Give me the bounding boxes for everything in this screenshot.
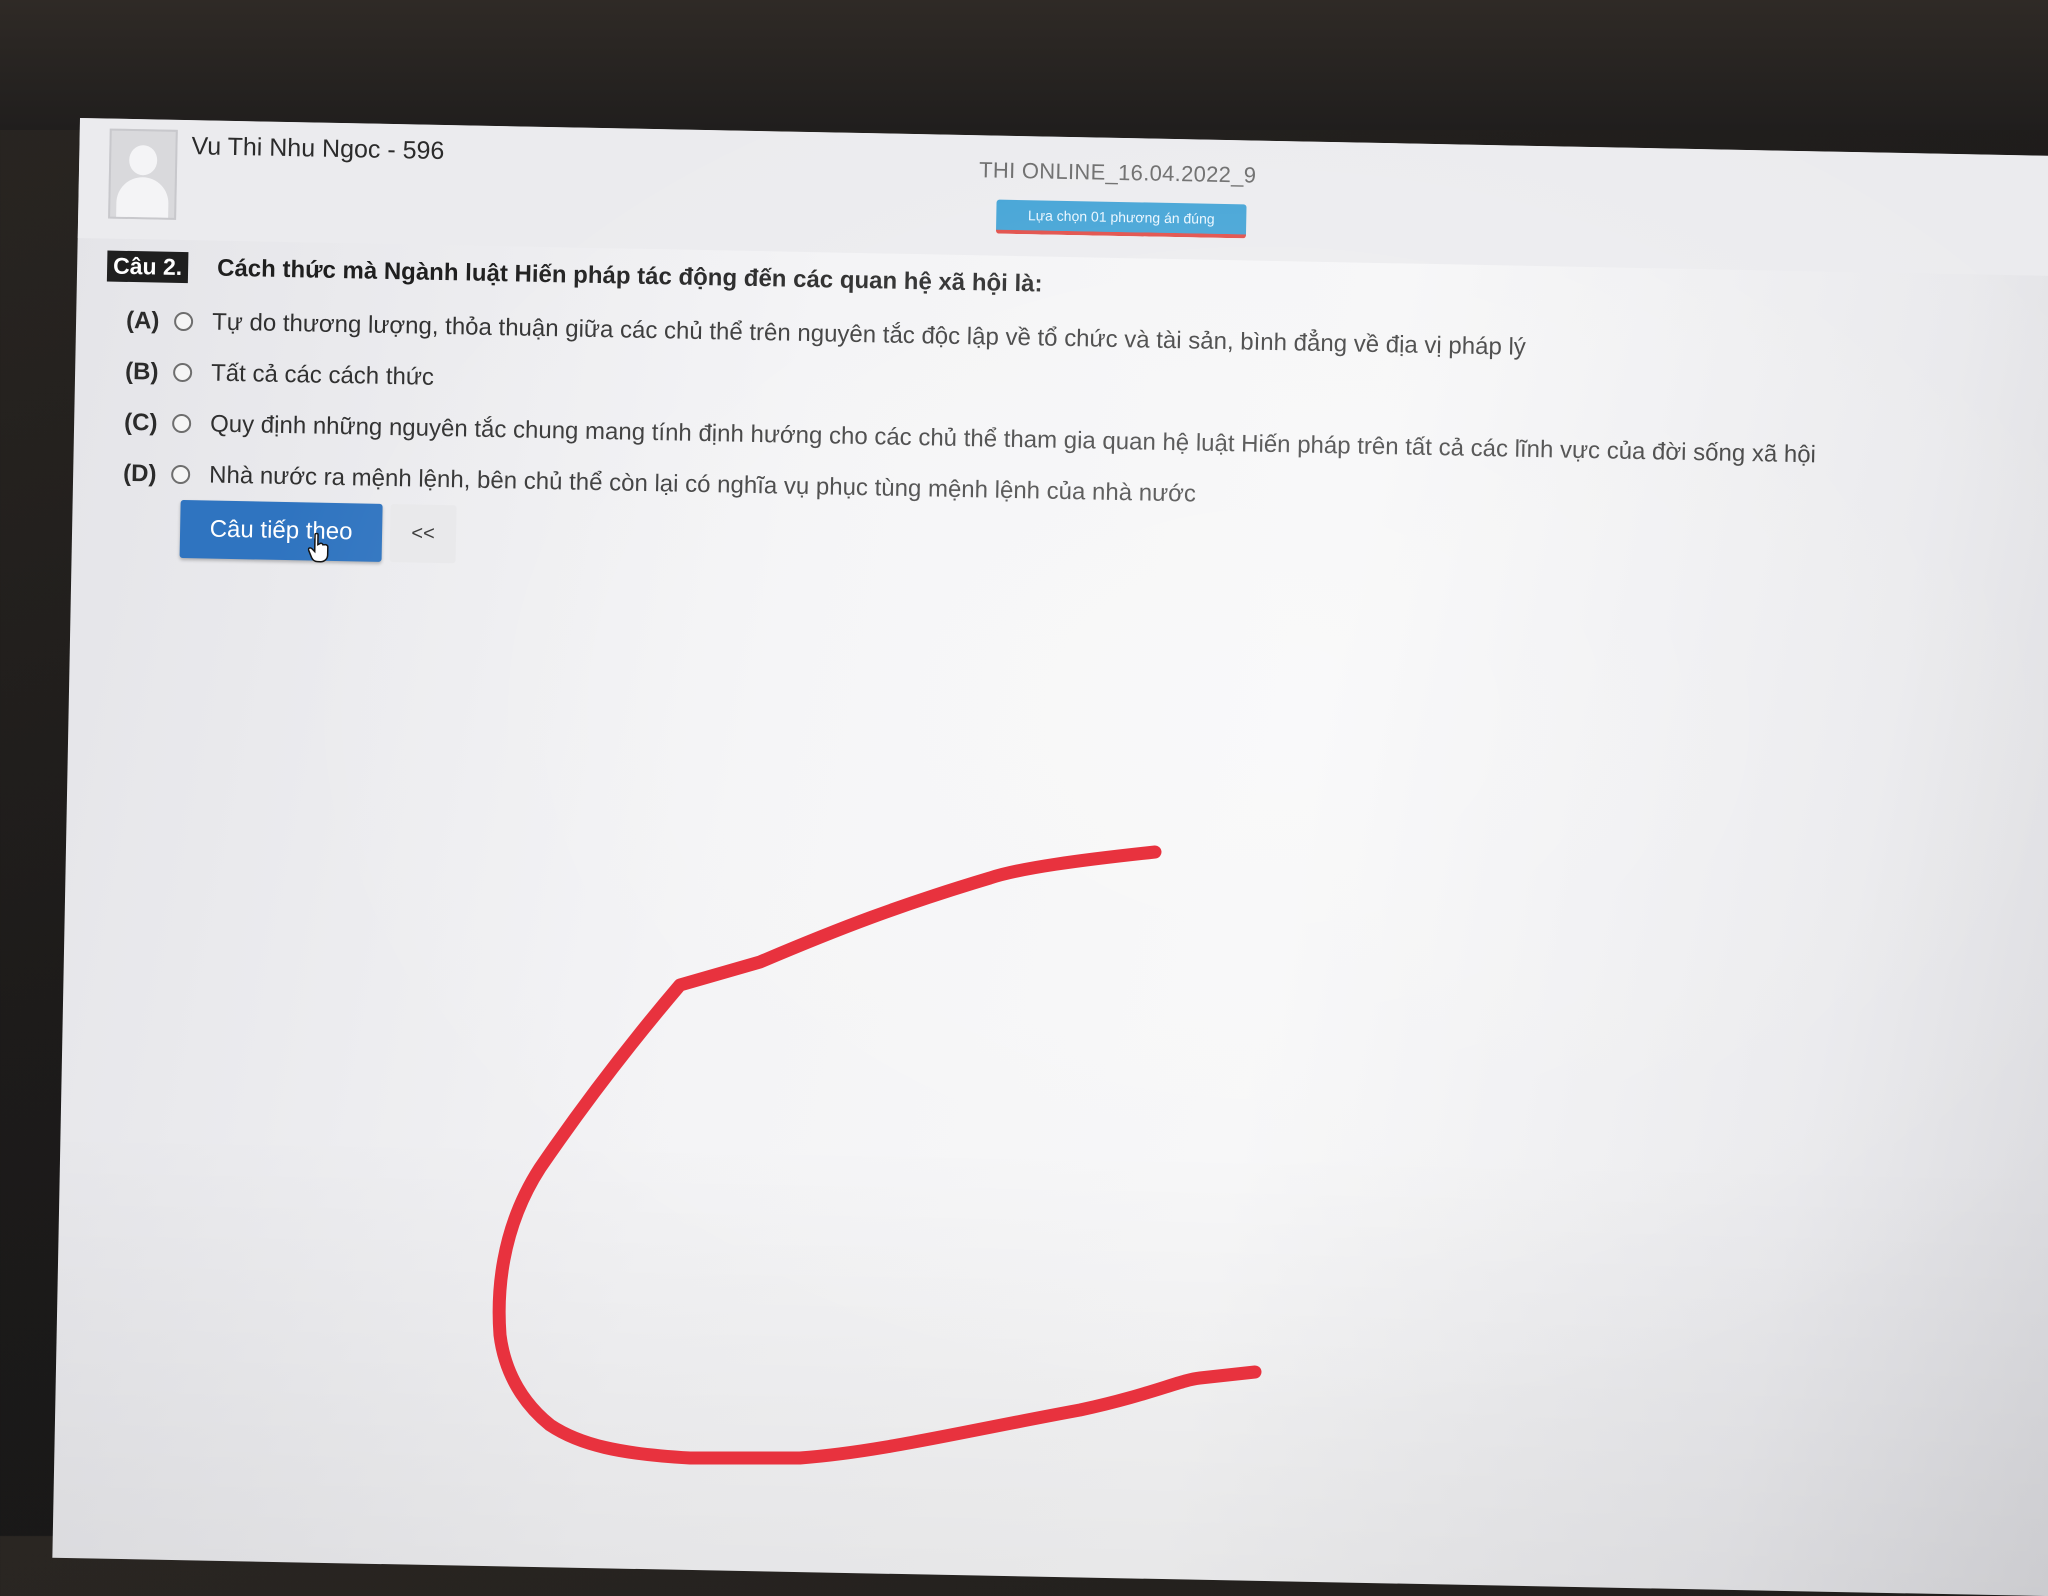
laptop-bezel	[0, 0, 2048, 130]
option-text[interactable]: Nhà nước ra mệnh lệnh, bên chủ thể còn l…	[209, 462, 1196, 509]
avatar	[108, 128, 178, 220]
option-a-radio[interactable]	[173, 311, 194, 332]
option-letter: (C)	[123, 408, 158, 437]
exam-header: Vu Thi Nhu Ngoc - 596 THI ONLINE_16.04.2…	[77, 118, 2048, 277]
option-letter: (B)	[124, 357, 159, 386]
next-question-button[interactable]: Câu tiếp theo	[179, 500, 383, 562]
option-d-radio[interactable]	[170, 464, 191, 485]
avatar-body-icon	[116, 176, 169, 220]
exam-title: THI ONLINE_16.04.2022_9	[978, 157, 1257, 188]
exam-screen: Vu Thi Nhu Ngoc - 596 THI ONLINE_16.04.2…	[52, 118, 2048, 1596]
option-text[interactable]: Tất cả các cách thức	[211, 360, 434, 392]
previous-question-button[interactable]: <<	[389, 504, 457, 564]
option-letter: (A)	[125, 306, 160, 335]
option-c-radio[interactable]	[171, 413, 192, 434]
option-letter: (D)	[122, 459, 157, 488]
instruction-badge: Lựa chọn 01 phương án đúng	[995, 199, 1247, 239]
question-number: Câu 2.	[106, 250, 189, 284]
hand-cursor-icon	[307, 532, 329, 563]
option-text[interactable]: Tự do thương lượng, thỏa thuận giữa các …	[212, 309, 1526, 362]
option-b-radio[interactable]	[172, 362, 193, 383]
question-text: Cách thức mà Ngành luật Hiến pháp tác độ…	[216, 254, 1043, 298]
avatar-head-icon	[128, 144, 158, 176]
student-name: Vu Thi Nhu Ngoc - 596	[191, 132, 445, 165]
